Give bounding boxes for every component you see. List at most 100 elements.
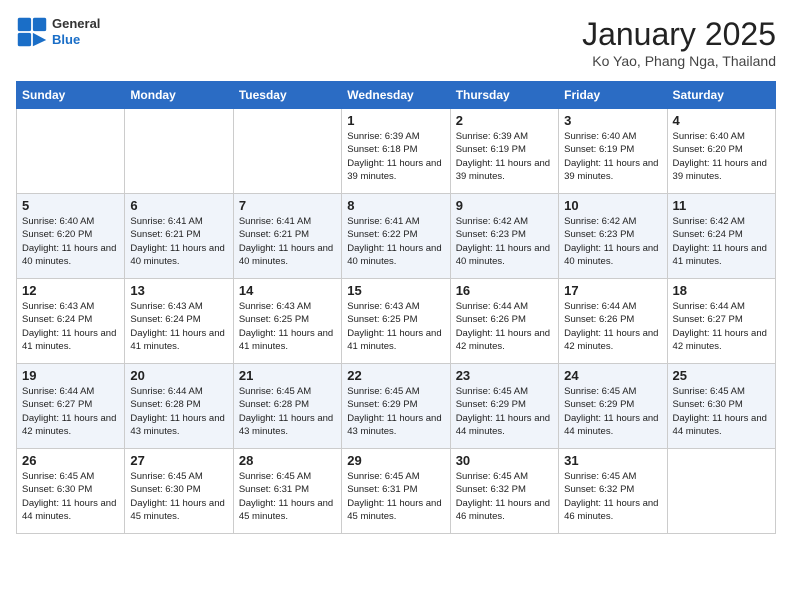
day-number: 1 <box>347 113 444 128</box>
day-info: Sunrise: 6:45 AM Sunset: 6:32 PM Dayligh… <box>456 470 553 523</box>
day-number: 27 <box>130 453 227 468</box>
day-number: 14 <box>239 283 336 298</box>
day-number: 21 <box>239 368 336 383</box>
day-info: Sunrise: 6:41 AM Sunset: 6:21 PM Dayligh… <box>239 215 336 268</box>
col-header-thursday: Thursday <box>450 82 558 109</box>
calendar-table: SundayMondayTuesdayWednesdayThursdayFrid… <box>16 81 776 534</box>
page-subtitle: Ko Yao, Phang Nga, Thailand <box>582 53 776 69</box>
day-info: Sunrise: 6:45 AM Sunset: 6:32 PM Dayligh… <box>564 470 661 523</box>
week-row-3: 12 Sunrise: 6:43 AM Sunset: 6:24 PM Dayli… <box>17 279 776 364</box>
day-cell: 31Sunrise: 6:45 AM Sunset: 6:32 PM Dayli… <box>559 449 667 534</box>
day-number: 26 <box>22 453 119 468</box>
day-number: 6 <box>130 198 227 213</box>
day-cell: 10Sunrise: 6:42 AM Sunset: 6:23 PM Dayli… <box>559 194 667 279</box>
day-info: Sunrise: 6:42 AM Sunset: 6:23 PM Dayligh… <box>456 215 553 268</box>
col-header-sunday: Sunday <box>17 82 125 109</box>
day-info: Sunrise: 6:39 AM Sunset: 6:18 PM Dayligh… <box>347 130 444 183</box>
day-info: Sunrise: 6:40 AM Sunset: 6:20 PM Dayligh… <box>22 215 119 268</box>
day-number: 11 <box>673 198 770 213</box>
day-info: Sunrise: 6:45 AM Sunset: 6:29 PM Dayligh… <box>564 385 661 438</box>
week-row-1: 1 Sunrise: 6:39 AM Sunset: 6:18 PM Daylig… <box>17 109 776 194</box>
logo-icon <box>16 16 48 48</box>
day-cell: 19Sunrise: 6:44 AM Sunset: 6:27 PM Dayli… <box>17 364 125 449</box>
day-cell: 20 Sunrise: 6:44 AM Sunset: 6:28 PM Dayli… <box>125 364 233 449</box>
col-header-tuesday: Tuesday <box>233 82 341 109</box>
page-title: January 2025 <box>582 16 776 53</box>
day-info: Sunrise: 6:45 AM Sunset: 6:29 PM Dayligh… <box>347 385 444 438</box>
day-cell: 2 Sunrise: 6:39 AM Sunset: 6:19 PM Daylig… <box>450 109 558 194</box>
day-number: 7 <box>239 198 336 213</box>
col-header-monday: Monday <box>125 82 233 109</box>
day-cell: 9Sunrise: 6:42 AM Sunset: 6:23 PM Daylig… <box>450 194 558 279</box>
day-number: 25 <box>673 368 770 383</box>
day-cell <box>667 449 775 534</box>
day-info: Sunrise: 6:42 AM Sunset: 6:24 PM Dayligh… <box>673 215 770 268</box>
logo-general-text: General <box>52 16 100 32</box>
day-cell: 29 Sunrise: 6:45 AM Sunset: 6:31 PM Dayli… <box>342 449 450 534</box>
day-number: 4 <box>673 113 770 128</box>
logo: General Blue <box>16 16 100 48</box>
day-number: 30 <box>456 453 553 468</box>
day-cell: 11 Sunrise: 6:42 AM Sunset: 6:24 PM Dayli… <box>667 194 775 279</box>
day-number: 28 <box>239 453 336 468</box>
day-cell: 6 Sunrise: 6:41 AM Sunset: 6:21 PM Daylig… <box>125 194 233 279</box>
day-info: Sunrise: 6:45 AM Sunset: 6:30 PM Dayligh… <box>673 385 770 438</box>
day-cell: 14 Sunrise: 6:43 AM Sunset: 6:25 PM Dayli… <box>233 279 341 364</box>
day-cell: 22 Sunrise: 6:45 AM Sunset: 6:29 PM Dayli… <box>342 364 450 449</box>
day-number: 23 <box>456 368 553 383</box>
day-cell <box>125 109 233 194</box>
title-block: January 2025 Ko Yao, Phang Nga, Thailand <box>582 16 776 69</box>
day-number: 2 <box>456 113 553 128</box>
day-number: 20 <box>130 368 227 383</box>
day-cell: 28 Sunrise: 6:45 AM Sunset: 6:31 PM Dayli… <box>233 449 341 534</box>
col-header-saturday: Saturday <box>667 82 775 109</box>
day-info: Sunrise: 6:45 AM Sunset: 6:28 PM Dayligh… <box>239 385 336 438</box>
day-cell: 27Sunrise: 6:45 AM Sunset: 6:30 PM Dayli… <box>125 449 233 534</box>
day-number: 29 <box>347 453 444 468</box>
day-cell: 1 Sunrise: 6:39 AM Sunset: 6:18 PM Daylig… <box>342 109 450 194</box>
day-info: Sunrise: 6:40 AM Sunset: 6:19 PM Dayligh… <box>564 130 661 183</box>
day-number: 19 <box>22 368 119 383</box>
day-number: 3 <box>564 113 661 128</box>
day-number: 16 <box>456 283 553 298</box>
col-header-friday: Friday <box>559 82 667 109</box>
day-info: Sunrise: 6:42 AM Sunset: 6:23 PM Dayligh… <box>564 215 661 268</box>
col-header-wednesday: Wednesday <box>342 82 450 109</box>
day-cell: 24 Sunrise: 6:45 AM Sunset: 6:29 PM Dayli… <box>559 364 667 449</box>
day-number: 8 <box>347 198 444 213</box>
day-cell: 15Sunrise: 6:43 AM Sunset: 6:25 PM Dayli… <box>342 279 450 364</box>
day-info: Sunrise: 6:43 AM Sunset: 6:24 PM Dayligh… <box>22 300 119 353</box>
day-cell: 16 Sunrise: 6:44 AM Sunset: 6:26 PM Dayli… <box>450 279 558 364</box>
day-info: Sunrise: 6:39 AM Sunset: 6:19 PM Dayligh… <box>456 130 553 183</box>
day-cell: 4 Sunrise: 6:40 AM Sunset: 6:20 PM Daylig… <box>667 109 775 194</box>
day-number: 17 <box>564 283 661 298</box>
day-number: 13 <box>130 283 227 298</box>
day-info: Sunrise: 6:44 AM Sunset: 6:26 PM Dayligh… <box>456 300 553 353</box>
day-info: Sunrise: 6:43 AM Sunset: 6:25 PM Dayligh… <box>239 300 336 353</box>
day-cell: 25 Sunrise: 6:45 AM Sunset: 6:30 PM Dayli… <box>667 364 775 449</box>
day-info: Sunrise: 6:45 AM Sunset: 6:30 PM Dayligh… <box>22 470 119 523</box>
day-info: Sunrise: 6:41 AM Sunset: 6:22 PM Dayligh… <box>347 215 444 268</box>
day-info: Sunrise: 6:45 AM Sunset: 6:31 PM Dayligh… <box>239 470 336 523</box>
week-row-2: 5 Sunrise: 6:40 AM Sunset: 6:20 PM Daylig… <box>17 194 776 279</box>
day-info: Sunrise: 6:44 AM Sunset: 6:28 PM Dayligh… <box>130 385 227 438</box>
day-cell <box>233 109 341 194</box>
day-cell <box>17 109 125 194</box>
day-info: Sunrise: 6:45 AM Sunset: 6:31 PM Dayligh… <box>347 470 444 523</box>
day-cell: 3 Sunrise: 6:40 AM Sunset: 6:19 PM Daylig… <box>559 109 667 194</box>
day-number: 18 <box>673 283 770 298</box>
day-number: 12 <box>22 283 119 298</box>
day-info: Sunrise: 6:45 AM Sunset: 6:29 PM Dayligh… <box>456 385 553 438</box>
day-info: Sunrise: 6:44 AM Sunset: 6:26 PM Dayligh… <box>564 300 661 353</box>
day-number: 24 <box>564 368 661 383</box>
week-row-5: 26 Sunrise: 6:45 AM Sunset: 6:30 PM Dayli… <box>17 449 776 534</box>
day-cell: 30 Sunrise: 6:45 AM Sunset: 6:32 PM Dayli… <box>450 449 558 534</box>
day-cell: 12 Sunrise: 6:43 AM Sunset: 6:24 PM Dayli… <box>17 279 125 364</box>
day-info: Sunrise: 6:40 AM Sunset: 6:20 PM Dayligh… <box>673 130 770 183</box>
day-number: 22 <box>347 368 444 383</box>
day-info: Sunrise: 6:41 AM Sunset: 6:21 PM Dayligh… <box>130 215 227 268</box>
logo-blue-text: Blue <box>52 32 100 48</box>
day-cell: 7 Sunrise: 6:41 AM Sunset: 6:21 PM Daylig… <box>233 194 341 279</box>
header-row: SundayMondayTuesdayWednesdayThursdayFrid… <box>17 82 776 109</box>
day-number: 5 <box>22 198 119 213</box>
